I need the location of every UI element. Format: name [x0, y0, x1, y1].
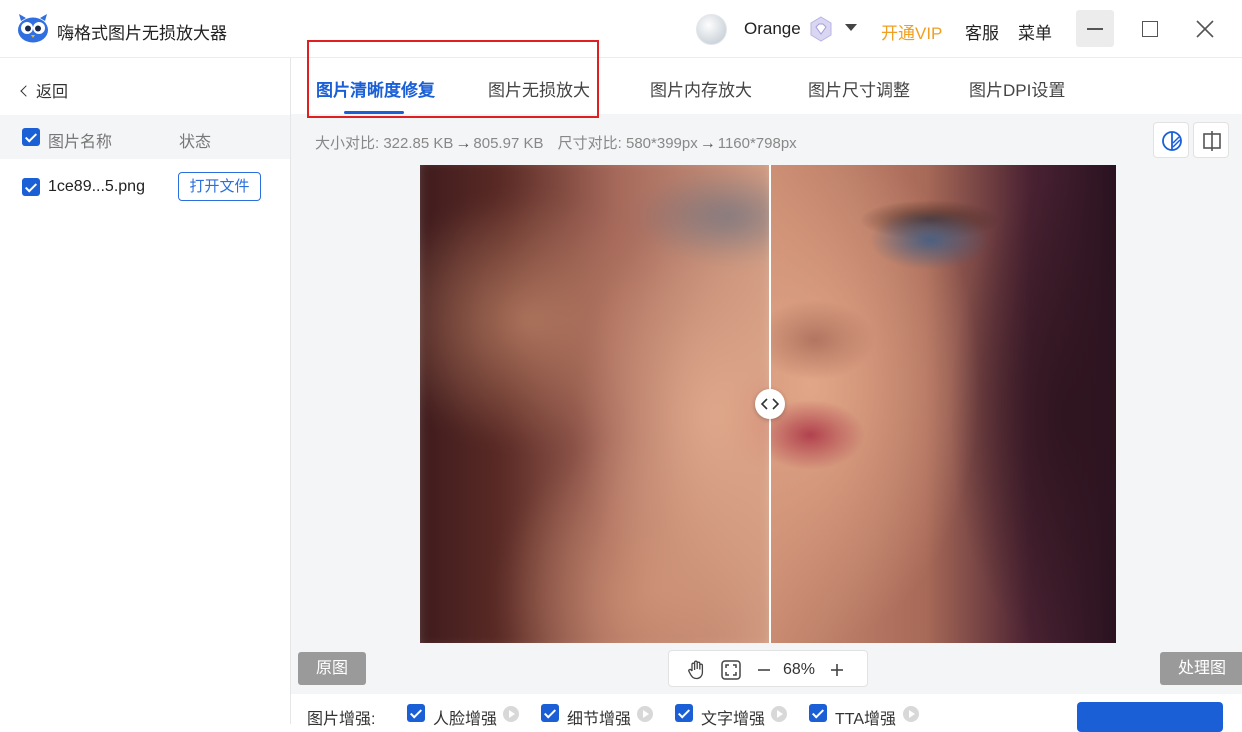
split-view-icon: [1203, 131, 1221, 151]
open-file-button[interactable]: 打开文件: [178, 172, 261, 201]
list-item[interactable]: 1ce89...5.png 打开文件: [0, 166, 290, 208]
processed-image: [770, 165, 1116, 643]
tab-dpi-settings[interactable]: 图片DPI设置: [969, 76, 1065, 101]
fit-screen-icon[interactable]: [720, 659, 742, 681]
zoom-toolbar: 68%: [668, 650, 868, 687]
tab-bar: 图片清晰度修复 图片无损放大 图片内存放大 图片尺寸调整 图片DPI设置: [291, 58, 1242, 114]
file-list-header: 图片名称 状态: [0, 115, 290, 159]
arrow-right-icon: →: [455, 135, 472, 152]
tab-memory-enlarge[interactable]: 图片内存放大: [650, 76, 752, 101]
back-button[interactable]: 返回: [20, 78, 69, 102]
tta-enhance-label: TTA增强: [835, 711, 897, 728]
hand-icon[interactable]: [686, 659, 708, 681]
image-compare-viewer[interactable]: [420, 165, 1116, 643]
zoom-out-icon[interactable]: [757, 663, 771, 677]
dim-to: 1160*798px: [717, 135, 797, 152]
processed-label: 处理图: [1160, 652, 1242, 685]
original-label: 原图: [298, 652, 367, 685]
maximize-button[interactable]: [1131, 10, 1169, 47]
size-from: 322.85 KB: [383, 135, 454, 152]
chevron-down-icon[interactable]: [845, 24, 857, 31]
original-image: [420, 165, 781, 643]
zoom-level: 68%: [783, 661, 816, 678]
face-enhance-label: 人脸增强: [433, 711, 498, 728]
drag-handle-icon[interactable]: [755, 389, 785, 419]
zoom-in-icon[interactable]: [830, 663, 844, 677]
play-icon[interactable]: [903, 706, 919, 722]
tab-size-adjust[interactable]: 图片尺寸调整: [808, 76, 910, 101]
compare-info: 大小对比: 322.85 KB → 805.97 KB 尺寸对比: 580*399p…: [315, 132, 797, 153]
play-icon[interactable]: [637, 706, 653, 722]
title-bar: 嗨格式图片无损放大器 Orange 开通VIP 客服 菜单: [0, 0, 1242, 58]
sidebar: 返回 图片名称 状态 1ce89...5.png 打开文件: [0, 58, 291, 724]
select-all-checkbox[interactable]: [22, 128, 40, 146]
start-process-button[interactable]: [1077, 702, 1223, 732]
text-enhance-checkbox[interactable]: [675, 704, 693, 722]
text-enhance-label: 文字增强: [701, 711, 766, 728]
chevron-left-icon: [20, 85, 32, 97]
tab-lossless-upscale[interactable]: 图片无损放大: [488, 76, 590, 101]
owl-logo-icon: [18, 14, 48, 43]
avatar[interactable]: [696, 14, 727, 45]
face-enhance-checkbox[interactable]: [407, 704, 425, 722]
tab-clarity-repair[interactable]: 图片清晰度修复: [316, 76, 435, 101]
compare-mode-button[interactable]: [1153, 122, 1189, 158]
vip-diamond-icon: [810, 16, 832, 42]
column-status-header: 状态: [179, 134, 212, 151]
dim-from: 580*399px: [625, 135, 698, 152]
close-icon[interactable]: [1186, 10, 1224, 47]
tta-enhance-checkbox[interactable]: [809, 704, 827, 722]
minimize-button[interactable]: [1076, 10, 1114, 47]
back-label: 返回: [36, 84, 69, 101]
enhance-options-bar: 图片增强: 人脸增强 细节增强 文字增强 TTA增强: [291, 694, 1242, 732]
main-panel: 图片清晰度修复 图片无损放大 图片内存放大 图片尺寸调整 图片DPI设置 大小对…: [291, 40, 1242, 732]
size-compare-label: 大小对比:: [315, 135, 380, 152]
customer-service-link[interactable]: 客服: [965, 19, 999, 44]
dim-compare-label: 尺寸对比:: [557, 135, 622, 152]
file-checkbox[interactable]: [22, 178, 40, 196]
column-name-header: 图片名称: [48, 134, 113, 151]
user-name[interactable]: Orange: [744, 19, 801, 39]
split-circle-icon: [1162, 131, 1182, 151]
menu-link[interactable]: 菜单: [1018, 19, 1052, 44]
open-vip-link[interactable]: 开通VIP: [881, 19, 942, 44]
detail-enhance-checkbox[interactable]: [541, 704, 559, 722]
size-to: 805.97 KB: [473, 135, 544, 152]
play-icon[interactable]: [503, 706, 519, 722]
arrow-right-icon: →: [699, 135, 716, 152]
file-name: 1ce89...5.png: [48, 178, 145, 195]
detail-enhance-label: 细节增强: [567, 711, 632, 728]
app-title: 嗨格式图片无损放大器: [57, 24, 227, 43]
compare-bar: 大小对比: 322.85 KB → 805.97 KB 尺寸对比: 580*399p…: [291, 114, 1242, 166]
play-icon[interactable]: [771, 706, 787, 722]
side-by-side-button[interactable]: [1193, 122, 1229, 158]
enhance-label: 图片增强:: [307, 711, 376, 728]
